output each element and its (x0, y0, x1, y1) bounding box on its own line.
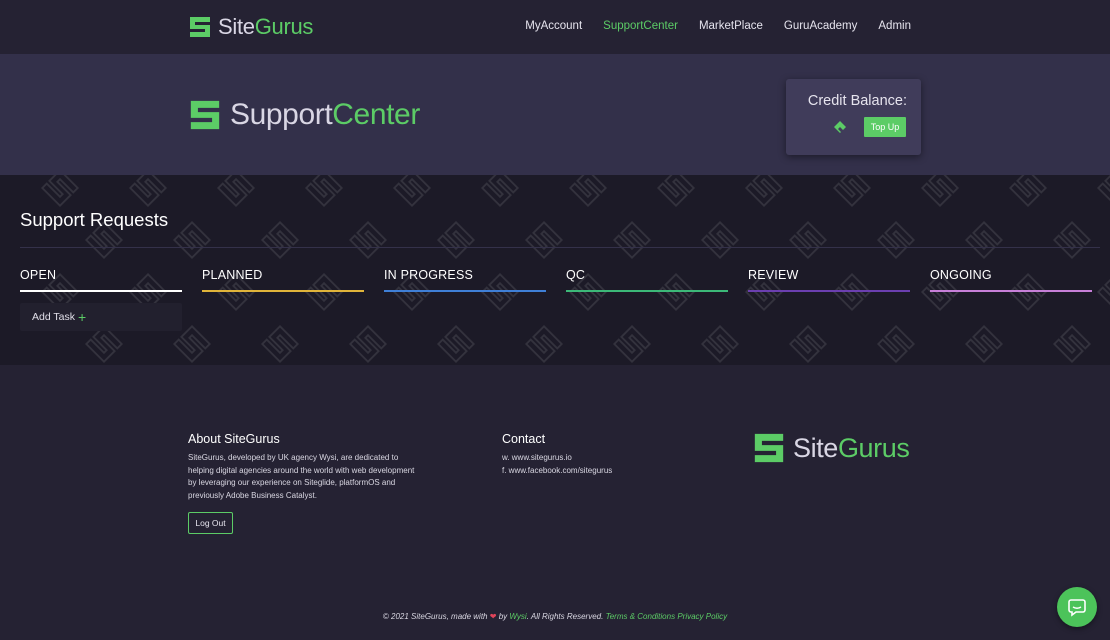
watermark-logo-icon (788, 324, 828, 364)
copyright-text: © 2021 SiteGurus, made with (382, 612, 488, 621)
support-center-logo: SupportCenter (188, 98, 420, 132)
plus-icon: + (78, 309, 87, 325)
board-divider (20, 247, 1100, 248)
log-out-button[interactable]: Log Out (188, 512, 233, 534)
watermark-logo-icon (480, 175, 520, 208)
column-review: REVIEW (748, 268, 910, 292)
watermark-logo-icon (920, 175, 960, 208)
about-text: SiteGurus, developed by UK agency Wysi, … (188, 453, 415, 500)
footer-brand-name: SiteGurus (793, 432, 910, 463)
sitegurus-logo-icon (190, 100, 220, 130)
nav-link-admin[interactable]: Admin (878, 20, 911, 32)
watermark-logo-icon (260, 324, 300, 364)
watermark-logo-icon (260, 220, 300, 260)
column-planned: PLANNED (202, 268, 364, 292)
watermark-logo-icon (304, 175, 344, 208)
contact-facebook[interactable]: f. www.facebook.com/sitegurus (502, 465, 702, 478)
watermark-logo-icon (348, 324, 388, 364)
wysi-link[interactable]: Wysi (509, 612, 526, 621)
nav-link-myaccount[interactable]: MyAccount (525, 20, 582, 32)
watermark-logo-icon (436, 324, 476, 364)
column-header: REVIEW (748, 268, 910, 292)
watermark-logo-icon (1052, 220, 1092, 260)
brand-logo[interactable]: SiteGurus (188, 14, 313, 40)
column-ongoing: ONGOING (930, 268, 1092, 292)
watermark-logo-icon (128, 175, 168, 208)
credit-balance-title: Credit Balance: (807, 93, 907, 109)
copyright-line: © 2021 SiteGurus, made with ❤ by Wysi. A… (0, 612, 1110, 621)
watermark-logo-icon (700, 324, 740, 364)
watermark-logo-icon (788, 220, 828, 260)
footer-brand-logo: SiteGurus (752, 431, 910, 465)
watermark-logo-icon (40, 175, 80, 208)
column-open: OPEN (20, 268, 182, 292)
add-task-label: Add Task (32, 311, 75, 323)
watermark-logo-icon (216, 175, 256, 208)
watermark-logo-icon (876, 324, 916, 364)
about-title: About SiteGurus (188, 432, 280, 446)
watermark-logo-icon (832, 175, 872, 208)
footer-about: About SiteGurus SiteGurus, developed by … (188, 432, 418, 502)
watermark-logo-icon (392, 175, 432, 208)
watermark-logo-icon (524, 220, 564, 260)
add-task-button[interactable]: Add Task + (20, 303, 182, 331)
watermark-logo-icon (700, 220, 740, 260)
footer: About SiteGurus SiteGurus, developed by … (0, 365, 1110, 640)
watermark-logo-icon (656, 175, 696, 208)
watermark-logo-icon (1052, 324, 1092, 364)
watermark-logo-icon (744, 175, 784, 208)
contact-website[interactable]: w. www.sitegurus.io (502, 452, 702, 465)
privacy-link[interactable]: Privacy Policy (677, 612, 727, 621)
footer-contact: Contact w. www.sitegurus.io f. www.faceb… (502, 432, 702, 477)
watermark-logo-icon (612, 324, 652, 364)
top-navigation: SiteGurus MyAccount SupportCenter Market… (0, 0, 1110, 54)
watermark-logo-icon (172, 220, 212, 260)
watermark-logo-icon (1008, 175, 1048, 208)
heart-icon: ❤ (489, 612, 497, 621)
watermark-logo-icon (524, 324, 564, 364)
chat-bubble-icon (1068, 599, 1086, 617)
rights-text: . All Rights Reserved. (526, 612, 604, 621)
column-header: ONGOING (930, 268, 1092, 292)
column-in-progress: IN PROGRESS (384, 268, 546, 292)
copyright-by: by (498, 612, 508, 621)
column-header: OPEN (20, 268, 182, 292)
watermark-logo-icon (876, 220, 916, 260)
nav-link-marketplace[interactable]: MarketPlace (699, 20, 763, 32)
sitegurus-logo-icon (190, 17, 210, 37)
watermark-logo-icon (964, 324, 1004, 364)
watermark-logo-icon (436, 220, 476, 260)
watermark-logo-icon (348, 220, 388, 260)
contact-title: Contact (502, 432, 546, 446)
board-title: Support Requests (20, 209, 169, 230)
column-qc: QC (566, 268, 728, 292)
column-header: PLANNED (202, 268, 364, 292)
nav-link-guruacademy[interactable]: GuruAcademy (784, 20, 858, 32)
watermark-logo-icon (568, 175, 608, 208)
nav-link-supportcenter[interactable]: SupportCenter (603, 20, 678, 32)
terms-link[interactable]: Terms & Conditions (606, 612, 676, 621)
nav-links: MyAccount SupportCenter MarketPlace Guru… (525, 20, 911, 32)
credit-gem-icon (834, 121, 846, 133)
brand-name: SiteGurus (218, 14, 314, 39)
watermark-logo-icon (964, 220, 1004, 260)
column-header: QC (566, 268, 728, 292)
support-center-header: SupportCenter Credit Balance: Top Up (0, 54, 1110, 175)
credit-balance-card: Credit Balance: Top Up (786, 79, 921, 155)
watermark-logo-icon (612, 220, 652, 260)
chat-launcher-button[interactable] (1057, 587, 1097, 627)
column-header: IN PROGRESS (384, 268, 546, 292)
watermark-logo-icon (1096, 175, 1110, 208)
top-up-button[interactable]: Top Up (864, 117, 906, 137)
support-requests-board: Support Requests OPEN PLANNED IN PROGRES… (0, 175, 1110, 365)
sitegurus-logo-icon (754, 433, 784, 463)
watermark-logo-icon (1096, 272, 1110, 312)
support-center-title: SupportCenter (230, 98, 420, 131)
